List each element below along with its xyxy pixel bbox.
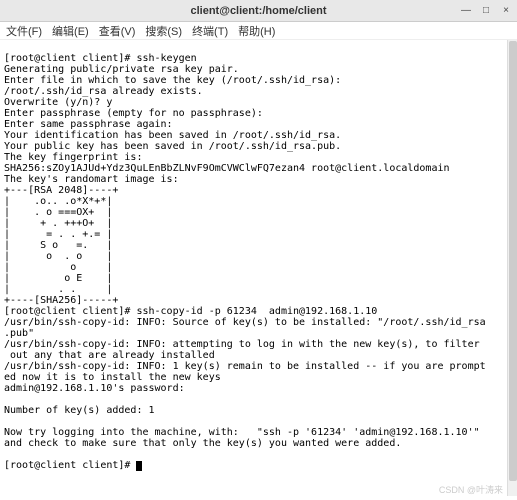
window-title: client@client:/home/client bbox=[190, 5, 326, 17]
term-line: Enter passphrase (empty for no passphras… bbox=[4, 108, 263, 119]
term-prompt: [root@client client]# bbox=[4, 460, 136, 471]
menu-search[interactable]: 搜索(S) bbox=[145, 23, 182, 39]
term-line: and check to make sure that only the key… bbox=[4, 438, 401, 449]
term-line: | S o =. | bbox=[4, 240, 112, 251]
term-line: [root@client client]# ssh-copy-id -p 612… bbox=[4, 306, 377, 317]
term-line: SHA256:sZOy1AJUd+Ydz3QuLEnBbZLNvF9OmCVWC… bbox=[4, 163, 450, 174]
term-line: +---[RSA 2048]----+ bbox=[4, 185, 118, 196]
menu-file[interactable]: 文件(F) bbox=[6, 23, 42, 39]
cursor-icon bbox=[136, 461, 142, 471]
window-controls: — □ × bbox=[459, 4, 513, 18]
menu-terminal[interactable]: 终端(T) bbox=[192, 23, 228, 39]
term-line: Enter file in which to save the key (/ro… bbox=[4, 75, 341, 86]
menu-edit[interactable]: 编辑(E) bbox=[52, 23, 89, 39]
term-line: | + . +++O+ | bbox=[4, 218, 112, 229]
term-line: ed now it is to install the new keys bbox=[4, 372, 221, 383]
term-line: /usr/bin/ssh-copy-id: INFO: 1 key(s) rem… bbox=[4, 361, 486, 372]
term-line: Number of key(s) added: 1 bbox=[4, 405, 155, 416]
term-line: The key fingerprint is: bbox=[4, 152, 142, 163]
term-line: [root@client client]# ssh-keygen bbox=[4, 53, 197, 64]
menu-view[interactable]: 查看(V) bbox=[99, 23, 136, 39]
term-line: | o E | bbox=[4, 273, 112, 284]
menu-help[interactable]: 帮助(H) bbox=[238, 23, 275, 39]
term-line: Generating public/private rsa key pair. bbox=[4, 64, 239, 75]
term-line: | o | bbox=[4, 262, 112, 273]
term-line: +----[SHA256]-----+ bbox=[4, 295, 118, 306]
term-line: out any that are already installed bbox=[4, 350, 215, 361]
term-line: Enter same passphrase again: bbox=[4, 119, 173, 130]
terminal-output[interactable]: [root@client client]# ssh-keygen Generat… bbox=[0, 40, 517, 496]
maximize-icon[interactable]: □ bbox=[479, 4, 493, 18]
scrollbar-thumb[interactable] bbox=[509, 41, 517, 481]
term-line: Your public key has been saved in /root/… bbox=[4, 141, 341, 152]
term-line: | . . | bbox=[4, 284, 112, 295]
term-line: | = . . +.= | bbox=[4, 229, 112, 240]
term-line: /root/.ssh/id_rsa already exists. bbox=[4, 86, 203, 97]
menubar: 文件(F) 编辑(E) 查看(V) 搜索(S) 终端(T) 帮助(H) bbox=[0, 22, 517, 40]
term-line: .pub" bbox=[4, 328, 34, 339]
term-line: /usr/bin/ssh-copy-id: INFO: attempting t… bbox=[4, 339, 480, 350]
term-line: Your identification has been saved in /r… bbox=[4, 130, 341, 141]
term-line: Now try logging into the machine, with: … bbox=[4, 427, 480, 438]
term-line: /usr/bin/ssh-copy-id: INFO: Source of ke… bbox=[4, 317, 486, 328]
scrollbar[interactable] bbox=[507, 40, 517, 496]
term-line: Overwrite (y/n)? y bbox=[4, 97, 112, 108]
watermark: CSDN @叶涛来 bbox=[439, 483, 503, 496]
term-line: | . o ===OX+ | bbox=[4, 207, 112, 218]
close-icon[interactable]: × bbox=[499, 4, 513, 18]
term-line: The key's randomart image is: bbox=[4, 174, 179, 185]
window-titlebar: client@client:/home/client — □ × bbox=[0, 0, 517, 22]
term-line: admin@192.168.1.10's password: bbox=[4, 383, 185, 394]
minimize-icon[interactable]: — bbox=[459, 4, 473, 18]
term-line: | .o.. .o*X*+*| bbox=[4, 196, 112, 207]
term-line: | o . o | bbox=[4, 251, 112, 262]
